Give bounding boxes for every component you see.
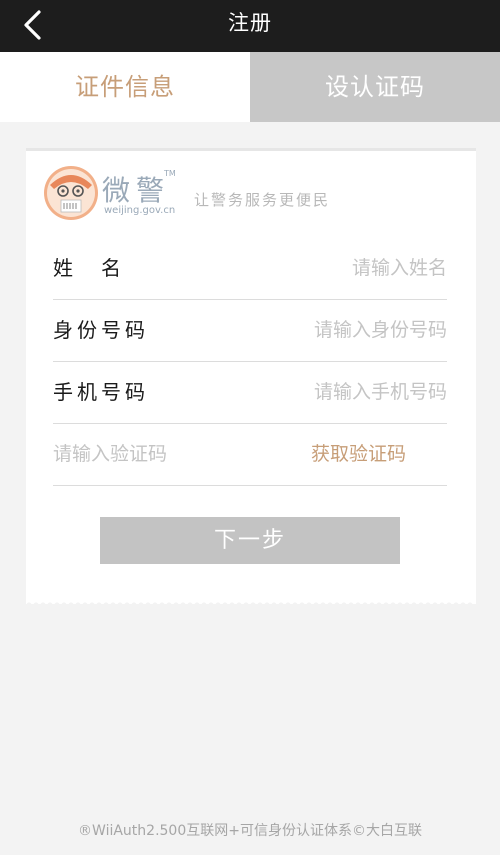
get-code-button[interactable]: 获取验证码 (311, 423, 406, 485)
verification-code-row: 获取验证码 (53, 423, 447, 486)
top-bar: 注册 (0, 0, 500, 52)
page-title: 注册 (228, 11, 272, 35)
card-perforated-edge (26, 600, 476, 608)
id-number-input[interactable] (217, 311, 447, 349)
next-step-button[interactable]: 下一步 (100, 517, 400, 564)
tab-bar: 证件信息 设认证码 (0, 52, 500, 122)
id-number-row: 身份号码 (53, 299, 447, 362)
registration-card: 微警 TM weijing.gov.cn 让警务服务更便民 姓 名 身份号码 手… (26, 148, 476, 604)
tab-set-auth-code[interactable]: 设认证码 (250, 52, 500, 122)
brand-name: 微警 (102, 174, 171, 207)
phone-row: 手机号码 (53, 361, 447, 424)
name-input[interactable] (217, 249, 447, 287)
phone-input[interactable] (217, 373, 447, 411)
brand-trademark: TM (164, 169, 176, 178)
tab-id-info[interactable]: 证件信息 (0, 52, 250, 122)
slogan: 让警务服务更便民 (194, 191, 331, 209)
verification-code-input[interactable] (53, 435, 253, 473)
id-number-label: 身份号码 (53, 318, 149, 342)
brand-domain: weijing.gov.cn (104, 205, 176, 216)
footer-copyright: ®WiiAuth2.500互联网+可信身份认证体系©大白互联 (78, 823, 422, 839)
name-row: 姓 名 (53, 237, 447, 300)
phone-label: 手机号码 (53, 380, 149, 404)
name-label: 姓 名 (53, 256, 125, 280)
brand-logo: 微警 TM weijing.gov.cn (42, 163, 202, 223)
